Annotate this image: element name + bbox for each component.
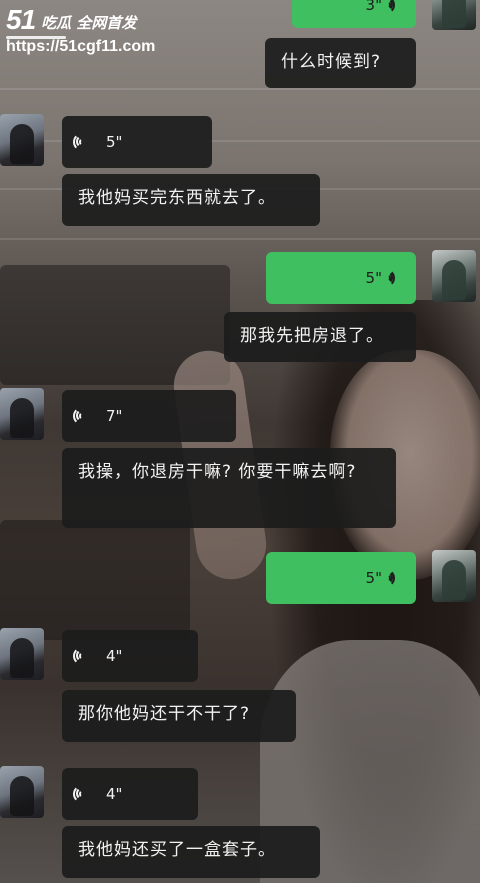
voice-message-bubble[interactable]: 5" <box>266 252 416 304</box>
avatar[interactable] <box>0 766 44 818</box>
voice-wave-icon <box>382 569 400 587</box>
voice-message-bubble[interactable]: 4" <box>62 768 198 820</box>
voice-duration: 7" <box>106 406 123 425</box>
message-row: 我操，你退房干嘛? 你要干嘛去啊? <box>0 448 480 530</box>
message-row: 5" <box>0 114 480 174</box>
message-row: 5" <box>0 250 480 310</box>
voice-duration: 4" <box>106 784 123 803</box>
voice-message-bubble[interactable]: 4" <box>62 630 198 682</box>
watermark-swoosh <box>6 36 66 39</box>
voice-duration: 5" <box>106 132 123 151</box>
text-message-bubble[interactable]: 我操，你退房干嘛? 你要干嘛去啊? <box>62 448 396 528</box>
avatar[interactable] <box>432 0 476 30</box>
site-watermark: 51 吃瓜 全网首发 https://51cgf11.com <box>6 4 156 56</box>
message-row: 4" <box>0 766 480 826</box>
avatar[interactable] <box>0 114 44 166</box>
message-row: 4" <box>0 628 480 688</box>
avatar[interactable] <box>0 388 44 440</box>
text-message-bubble[interactable]: 那你他妈还干不干了? <box>62 690 296 742</box>
text-message-bubble[interactable]: 我他妈还买了一盒套子。 <box>62 826 320 878</box>
text-message-bubble[interactable]: 我他妈买完东西就去了。 <box>62 174 320 226</box>
watermark-logo-text: 吃瓜 全网首发 <box>41 14 137 32</box>
message-row: 那你他妈还干不干了? <box>0 690 480 742</box>
voice-wave-icon <box>382 269 400 287</box>
voice-duration: 4" <box>106 646 123 665</box>
voice-message-bubble[interactable]: 3" <box>292 0 416 28</box>
voice-wave-icon <box>73 647 96 665</box>
message-row: 7" <box>0 388 480 448</box>
voice-message-bubble[interactable]: 5" <box>266 552 416 604</box>
message-row: 5" <box>0 550 480 610</box>
voice-wave-icon <box>73 785 96 803</box>
voice-wave-icon <box>73 407 96 425</box>
text-message-bubble[interactable]: 那我先把房退了。 <box>224 312 416 362</box>
voice-message-bubble[interactable]: 7" <box>62 390 236 442</box>
voice-wave-icon <box>382 0 400 14</box>
watermark-logo-number: 51 <box>6 4 36 35</box>
voice-message-bubble[interactable]: 5" <box>62 116 212 168</box>
avatar[interactable] <box>0 628 44 680</box>
message-row: 我他妈还买了一盒套子。 <box>0 826 480 878</box>
message-row: 那我先把房退了。 <box>0 312 480 364</box>
voice-wave-icon <box>73 133 96 151</box>
message-row: 我他妈买完东西就去了。 <box>0 174 480 226</box>
avatar[interactable] <box>432 550 476 602</box>
text-message-bubble[interactable]: 什么时候到? <box>265 38 416 88</box>
avatar[interactable] <box>432 250 476 302</box>
watermark-url: https://51cgf11.com <box>6 38 156 55</box>
